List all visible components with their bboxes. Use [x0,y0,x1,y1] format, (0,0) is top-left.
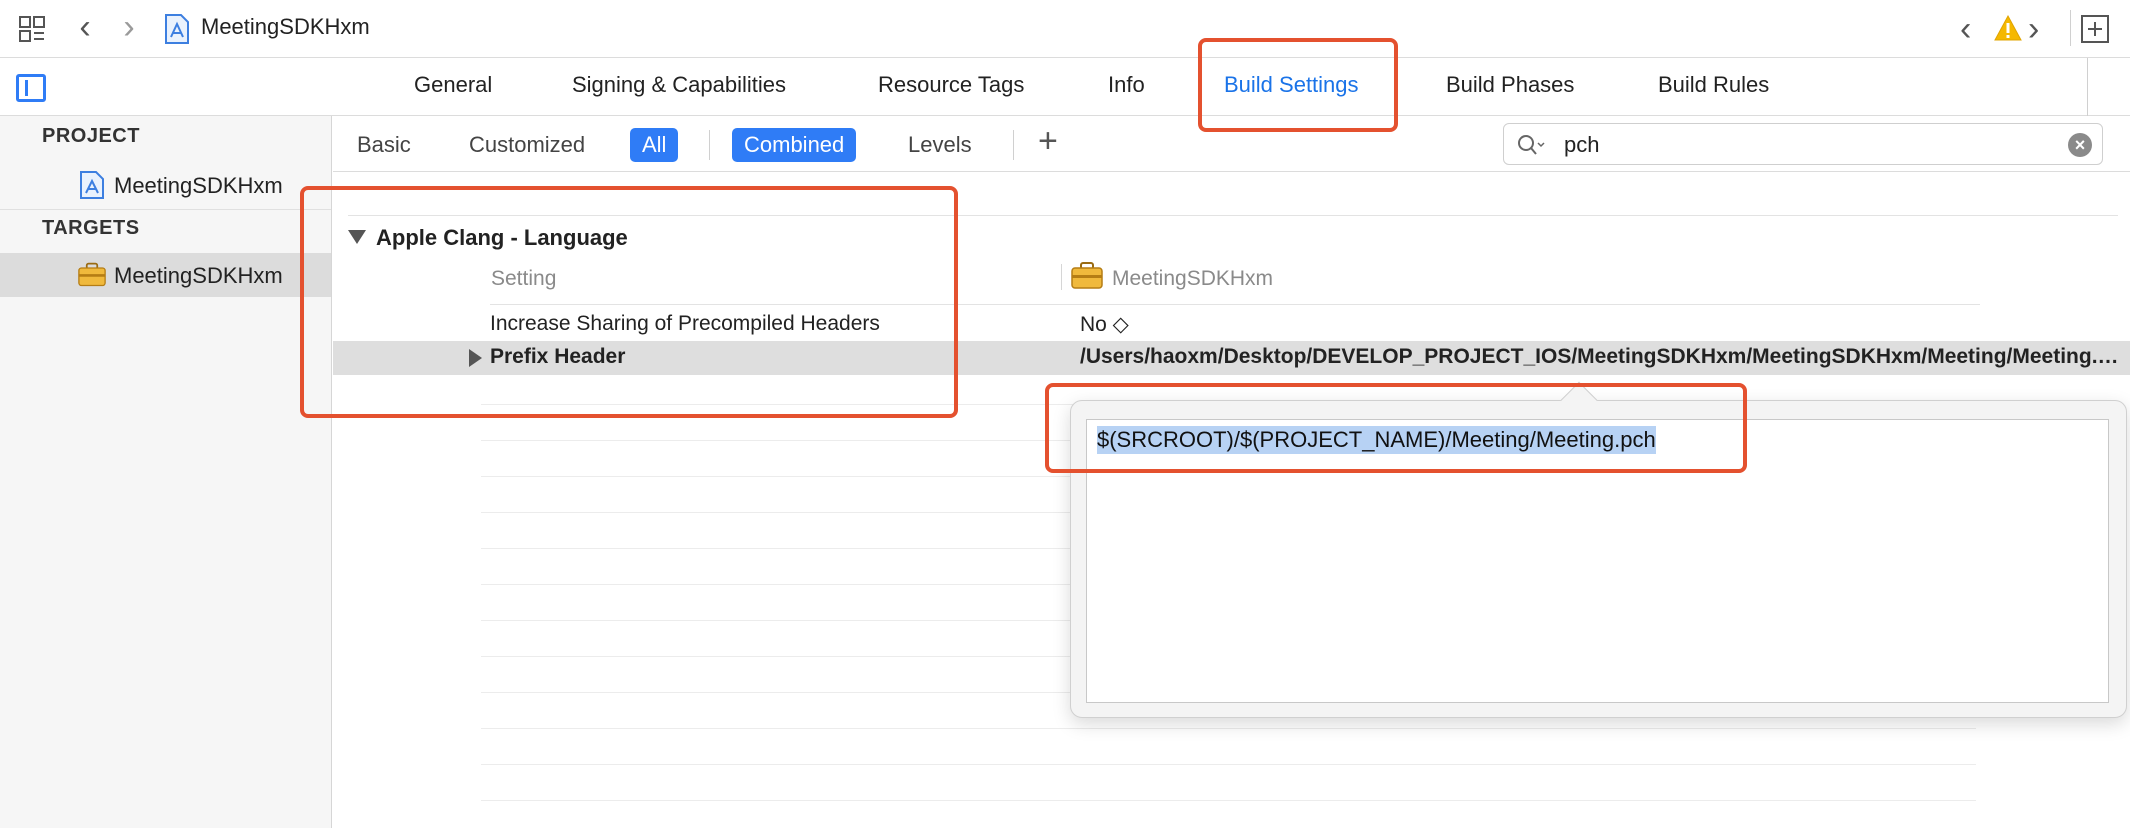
search-icon[interactable] [1516,133,1546,157]
sidebar-item-project[interactable]: MeetingSDKHxm [0,163,331,207]
sidebar-item-label: MeetingSDKHxm [114,173,283,198]
warning-icon[interactable] [1993,14,2023,42]
targets-section-header: TARGETS [42,217,140,239]
editor-tab-bar: General Signing & Capabilities Resource … [0,58,2130,116]
sidebar-divider [0,209,331,210]
tab-info[interactable]: Info [1108,72,1145,98]
project-section-header: PROJECT [42,125,140,147]
add-editor-icon[interactable] [2080,14,2110,44]
tab-general[interactable]: General [414,72,492,98]
annotation-build-settings-tab [1198,38,1398,132]
filter-basic-button[interactable]: Basic [345,128,423,162]
setting-value[interactable]: /Users/haoxm/Desktop/DEVELOP_PROJECT_IOS… [1080,345,2120,369]
filter-all-button[interactable]: All [630,128,679,162]
project-title[interactable]: MeetingSDKHxm [201,14,370,40]
filter-customized-button[interactable]: Customized [457,128,597,162]
project-targets-sidebar: PROJECT MeetingSDKHxm TARGETS MeetingSDK… [0,116,332,828]
annotation-pch-path [1045,383,1747,473]
tab-signing-capabilities[interactable]: Signing & Capabilities [572,72,786,98]
tab-build-rules[interactable]: Build Rules [1658,72,1769,98]
title-bar: ‹ › MeetingSDKHxm ‹ › [0,0,2130,58]
filter-combined-button[interactable]: Combined [732,128,857,162]
sidebar-item-target[interactable]: MeetingSDKHxm [0,253,331,297]
row-divider [481,728,1976,729]
filter-levels-button[interactable]: Levels [896,128,984,162]
search-input[interactable]: pch [1564,132,1599,158]
sidebar-toggle-icon[interactable] [16,74,46,102]
row-divider [481,800,1976,801]
tab-build-phases[interactable]: Build Phases [1446,72,1574,98]
xcode-project-icon [80,171,104,199]
app-target-toolbox-icon [78,262,106,287]
title-divider [2070,10,2071,46]
setting-value-popup[interactable]: No ◇ [1080,312,1129,337]
tab-resource-tags[interactable]: Resource Tags [878,72,1024,98]
previous-issue-chevron-icon[interactable]: ‹ [1960,10,1971,49]
xcode-project-icon [165,14,189,44]
search-field[interactable]: pch × [1503,123,2103,165]
sidebar-item-label: MeetingSDKHxm [114,263,283,288]
next-issue-chevron-icon[interactable]: › [2028,10,2039,49]
add-setting-button[interactable]: + [1038,122,1058,161]
tab-bar-divider [2087,58,2088,116]
column-divider [1061,264,1062,290]
filter-divider [1013,130,1014,160]
forward-chevron-icon[interactable]: › [114,10,144,44]
app-target-toolbox-icon [1071,262,1103,289]
annotation-prefix-header-group [300,186,958,418]
target-column-header: MeetingSDKHxm [1112,267,1274,290]
back-chevron-icon[interactable]: ‹ [70,10,100,44]
row-divider [481,764,1976,765]
related-items-grid-icon[interactable] [18,15,46,43]
clear-search-icon[interactable]: × [2068,133,2092,157]
filter-divider [709,130,710,160]
